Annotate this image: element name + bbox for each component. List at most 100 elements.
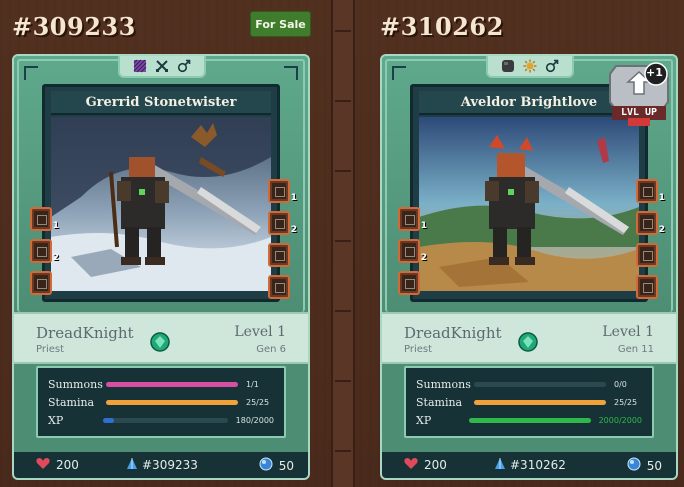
corner-ornament bbox=[392, 66, 406, 80]
stat-label: Summons bbox=[416, 377, 471, 391]
ability-slot[interactable]: 2 bbox=[398, 239, 427, 263]
crystal-icon bbox=[126, 457, 138, 473]
stat-row-summons: Summons 0/0 bbox=[416, 376, 642, 392]
card-footer: 200 #310262 50 bbox=[382, 452, 676, 478]
hp-display: 200 bbox=[404, 457, 447, 473]
ability-rank: 2 bbox=[290, 225, 297, 235]
footer-id-value: #310262 bbox=[510, 458, 566, 472]
hero-portrait bbox=[419, 117, 639, 291]
hero-class: DreadKnight bbox=[404, 324, 502, 342]
stats-area: Summons 1/1 Stamina 25/25 XP 180/2000 bbox=[14, 364, 308, 460]
ability-slot[interactable]: 2 bbox=[268, 211, 297, 235]
hero-column-2: #310262 Aveldor Brightlove +1 LVL UP 1 2… bbox=[368, 0, 684, 487]
ability-slot[interactable]: 2 bbox=[636, 211, 665, 235]
hero-level: Level 1 bbox=[234, 324, 286, 340]
stamina-bar-fill bbox=[106, 399, 238, 405]
hero-portrait bbox=[51, 117, 271, 291]
mp-display: 50 bbox=[627, 457, 662, 474]
stat-row-stamina: Stamina 25/25 bbox=[416, 394, 642, 410]
stat-label: XP bbox=[416, 413, 432, 427]
mp-value: 50 bbox=[646, 458, 662, 473]
xp-bar-fill bbox=[102, 417, 115, 423]
hp-value: 200 bbox=[56, 458, 79, 472]
stat-value: 2000/2000 bbox=[598, 415, 642, 425]
xp-bar-fill bbox=[469, 417, 591, 423]
stat-label: XP bbox=[48, 413, 64, 427]
footer-id: #310262 bbox=[494, 457, 566, 473]
stat-label: Stamina bbox=[416, 395, 463, 409]
level-up-label: LVL UP bbox=[620, 107, 658, 118]
hp-display: 200 bbox=[36, 457, 79, 473]
ability-slot[interactable] bbox=[268, 243, 290, 267]
for-sale-badge[interactable]: For Sale bbox=[250, 11, 311, 37]
class-info-band: DreadKnight Priest Level 1 Gen 11 bbox=[382, 312, 676, 364]
footer-id-value: #309233 bbox=[142, 458, 198, 472]
ability-rank: 1 bbox=[658, 193, 665, 203]
heart-icon bbox=[404, 457, 418, 473]
stamina-bar bbox=[474, 399, 606, 405]
green-gem-icon bbox=[518, 332, 538, 352]
hero-column-1: #309233 For Sale Grerrid Stonetwister 1 … bbox=[0, 0, 318, 487]
corner-ornament bbox=[284, 66, 298, 80]
hero-generation: Gen 11 bbox=[617, 344, 654, 355]
class-info-band: DreadKnight Priest Level 1 Gen 6 bbox=[14, 312, 308, 364]
hero-id-title: #310262 bbox=[380, 12, 504, 41]
hero-subclass: Priest bbox=[36, 344, 65, 355]
hp-value: 200 bbox=[424, 458, 447, 472]
ability-slot[interactable] bbox=[398, 271, 420, 295]
ability-slot[interactable] bbox=[268, 275, 290, 299]
stat-row-stamina: Stamina 25/25 bbox=[48, 394, 274, 410]
ability-slot[interactable]: 1 bbox=[30, 207, 59, 231]
heart-icon bbox=[36, 457, 50, 473]
level-up-badge[interactable]: +1 LVL UP bbox=[606, 62, 672, 132]
hero-subclass: Priest bbox=[404, 344, 433, 355]
stamina-bar bbox=[106, 399, 238, 405]
mp-value: 50 bbox=[278, 458, 294, 473]
male-icon bbox=[545, 59, 559, 73]
stamina-bar-fill bbox=[474, 399, 606, 405]
male-icon bbox=[177, 59, 191, 73]
ability-slot[interactable] bbox=[636, 275, 658, 299]
stat-row-xp: XP 180/2000 bbox=[48, 412, 274, 428]
crossed-swords-icon bbox=[155, 59, 169, 73]
stat-row-xp: XP 2000/2000 bbox=[416, 412, 642, 428]
crystal-icon bbox=[494, 457, 506, 473]
ability-rank: 2 bbox=[420, 253, 427, 263]
xp-bar bbox=[102, 417, 228, 423]
hero-name: Grerrid Stonetwister bbox=[51, 91, 271, 115]
green-gem-icon bbox=[150, 332, 170, 352]
hero-id-title: #309233 bbox=[12, 12, 136, 41]
stat-row-summons: Summons 1/1 bbox=[48, 376, 274, 392]
crosshatch-icon bbox=[133, 59, 147, 73]
mana-orb-icon bbox=[259, 457, 273, 474]
stone-icon bbox=[501, 59, 515, 73]
footer-id: #309233 bbox=[126, 457, 198, 473]
level-up-plus: +1 bbox=[646, 66, 663, 79]
ability-slot[interactable] bbox=[636, 243, 658, 267]
stats-area: Summons 0/0 Stamina 25/25 XP 2000/2000 bbox=[382, 364, 676, 460]
hero-generation: Gen 6 bbox=[256, 344, 286, 355]
hero-level: Level 1 bbox=[602, 324, 654, 340]
corner-ornament bbox=[24, 66, 38, 80]
mp-display: 50 bbox=[259, 457, 294, 474]
hero-card[interactable]: Grerrid Stonetwister 1 2 1 2 DreadKnight… bbox=[12, 54, 310, 480]
ability-rank: 1 bbox=[52, 221, 59, 231]
summons-bar-fill bbox=[106, 381, 238, 387]
ability-slot[interactable]: 1 bbox=[636, 179, 665, 203]
badge-strip bbox=[486, 56, 574, 78]
portrait-frame: Grerrid Stonetwister bbox=[42, 84, 280, 302]
stat-value: 25/25 bbox=[614, 397, 638, 407]
stat-value: 180/2000 bbox=[235, 415, 274, 425]
hero-card[interactable]: Aveldor Brightlove +1 LVL UP 1 2 1 2 Dre… bbox=[380, 54, 678, 480]
summons-bar bbox=[474, 381, 606, 387]
badge-strip bbox=[118, 56, 206, 78]
ability-slot[interactable]: 1 bbox=[398, 207, 427, 231]
stat-label: Stamina bbox=[48, 395, 95, 409]
stats-box: Summons 1/1 Stamina 25/25 XP 180/2000 bbox=[36, 366, 286, 438]
card-footer: 200 #309233 50 bbox=[14, 452, 308, 478]
ability-slot[interactable]: 1 bbox=[268, 179, 297, 203]
stat-value: 25/25 bbox=[246, 397, 270, 407]
ability-slot[interactable]: 2 bbox=[30, 239, 59, 263]
stats-box: Summons 0/0 Stamina 25/25 XP 2000/2000 bbox=[404, 366, 654, 438]
ability-slot[interactable] bbox=[30, 271, 52, 295]
